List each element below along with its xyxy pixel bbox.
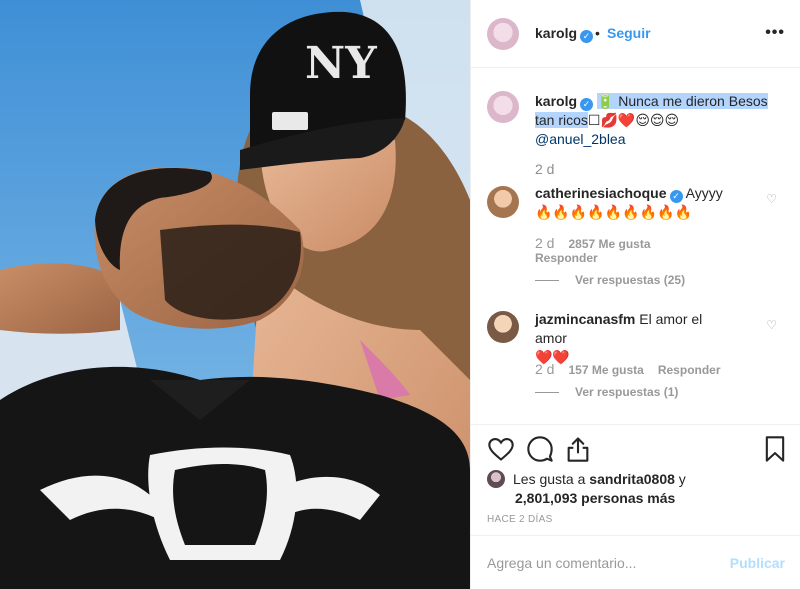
share-icon[interactable] [564,435,592,463]
comment-input[interactable] [487,552,717,574]
view-replies-button[interactable]: Ver respuestas (25) [535,273,685,287]
author-username-text[interactable]: karolg [535,25,577,41]
view-replies-label[interactable]: Ver respuestas (25) [575,273,685,287]
post-details-panel: karolg ✓ • Seguir ••• karolg ✓ 🔋 Nunca me … [470,0,800,589]
likes-connector: y [678,471,686,487]
post-header: karolg ✓ • Seguir ••• [471,0,800,68]
posted-time[interactable]: HACE 2 DÍAS [487,514,553,525]
heart-icon[interactable] [487,435,515,463]
likes-prefix: Les gusta a [513,471,586,487]
view-replies-button[interactable]: Ver respuestas (1) [535,385,678,399]
more-options-icon[interactable]: ••• [765,24,785,42]
comment-meta: 2 d 2857 Me gusta [535,235,651,251]
caption-emojis: ☐💋❤️😌😌😌 [587,112,680,128]
liker-avatar[interactable] [487,470,505,488]
comment-like-heart-icon[interactable]: ♡ [766,318,777,332]
likes-count[interactable]: 2,801,093 personas más [487,489,787,508]
caption-username[interactable]: karolg [535,93,577,109]
comment-avatar[interactable] [487,311,519,343]
follow-button[interactable]: Seguir [607,25,651,41]
verified-badge-icon: ✓ [580,30,594,43]
caption: karolg ✓ 🔋 Nunca me dieron Besos tan rico… [535,92,785,149]
comment-likes-count[interactable]: 2857 Me gusta [568,237,650,251]
author-avatar[interactable] [487,18,519,50]
view-replies-label[interactable]: Ver respuestas (1) [575,385,678,399]
caption-author-avatar[interactable] [487,91,519,123]
comment-meta: 2 d 157 Me gusta Responder [535,361,721,377]
comments-list[interactable]: karolg ✓ 🔋 Nunca me dieron Besos tan rico… [471,69,800,423]
replies-line [535,392,559,394]
comment-time[interactable]: 2 d [535,361,554,377]
comment-like-heart-icon[interactable]: ♡ [766,192,777,206]
post-photo-illustration: NY [0,0,470,589]
comment-composer: Publicar [471,535,800,589]
replies-line [535,280,559,282]
comment-text: Ayyyy [685,185,723,201]
comment-likes-count[interactable]: 157 Me gusta [568,363,643,377]
caption-time[interactable]: 2 d [535,161,554,177]
verified-badge-icon: ✓ [580,98,594,111]
comment-avatar[interactable] [487,186,519,218]
author-username[interactable]: karolg ✓ [535,25,594,43]
comment-username[interactable]: jazmincanasfm [535,311,635,327]
comment-item: jazmincanasfm El amor el amor ❤️❤️ [535,310,735,367]
liker-username[interactable]: sandrita0808 [589,471,675,487]
comment-reply-button[interactable]: Responder [535,251,598,265]
comment-item: catherinesiachoque ✓ Ayyyy 🔥🔥🔥🔥🔥🔥🔥🔥🔥 [535,184,735,222]
post-photo[interactable]: NY [0,0,470,589]
comment-icon[interactable] [526,435,554,463]
comment-time[interactable]: 2 d [535,235,554,251]
comment-username[interactable]: catherinesiachoque [535,185,667,201]
verified-badge-icon: ✓ [669,190,683,203]
comment-emojis: 🔥🔥🔥🔥🔥🔥🔥🔥🔥 [535,204,692,220]
post-actions: Les gusta a sandrita0808 y 2,801,093 per… [471,424,800,534]
likes-summary: Les gusta a sandrita0808 y 2,801,093 per… [487,470,787,508]
bookmark-icon[interactable] [761,435,789,463]
separator-dot: • [595,25,600,41]
comment-reply-button[interactable]: Responder [658,363,721,377]
cap-logo: NY [305,38,377,89]
publish-button[interactable]: Publicar [730,555,785,571]
caption-mention-link[interactable]: @anuel_2blea [535,131,626,147]
